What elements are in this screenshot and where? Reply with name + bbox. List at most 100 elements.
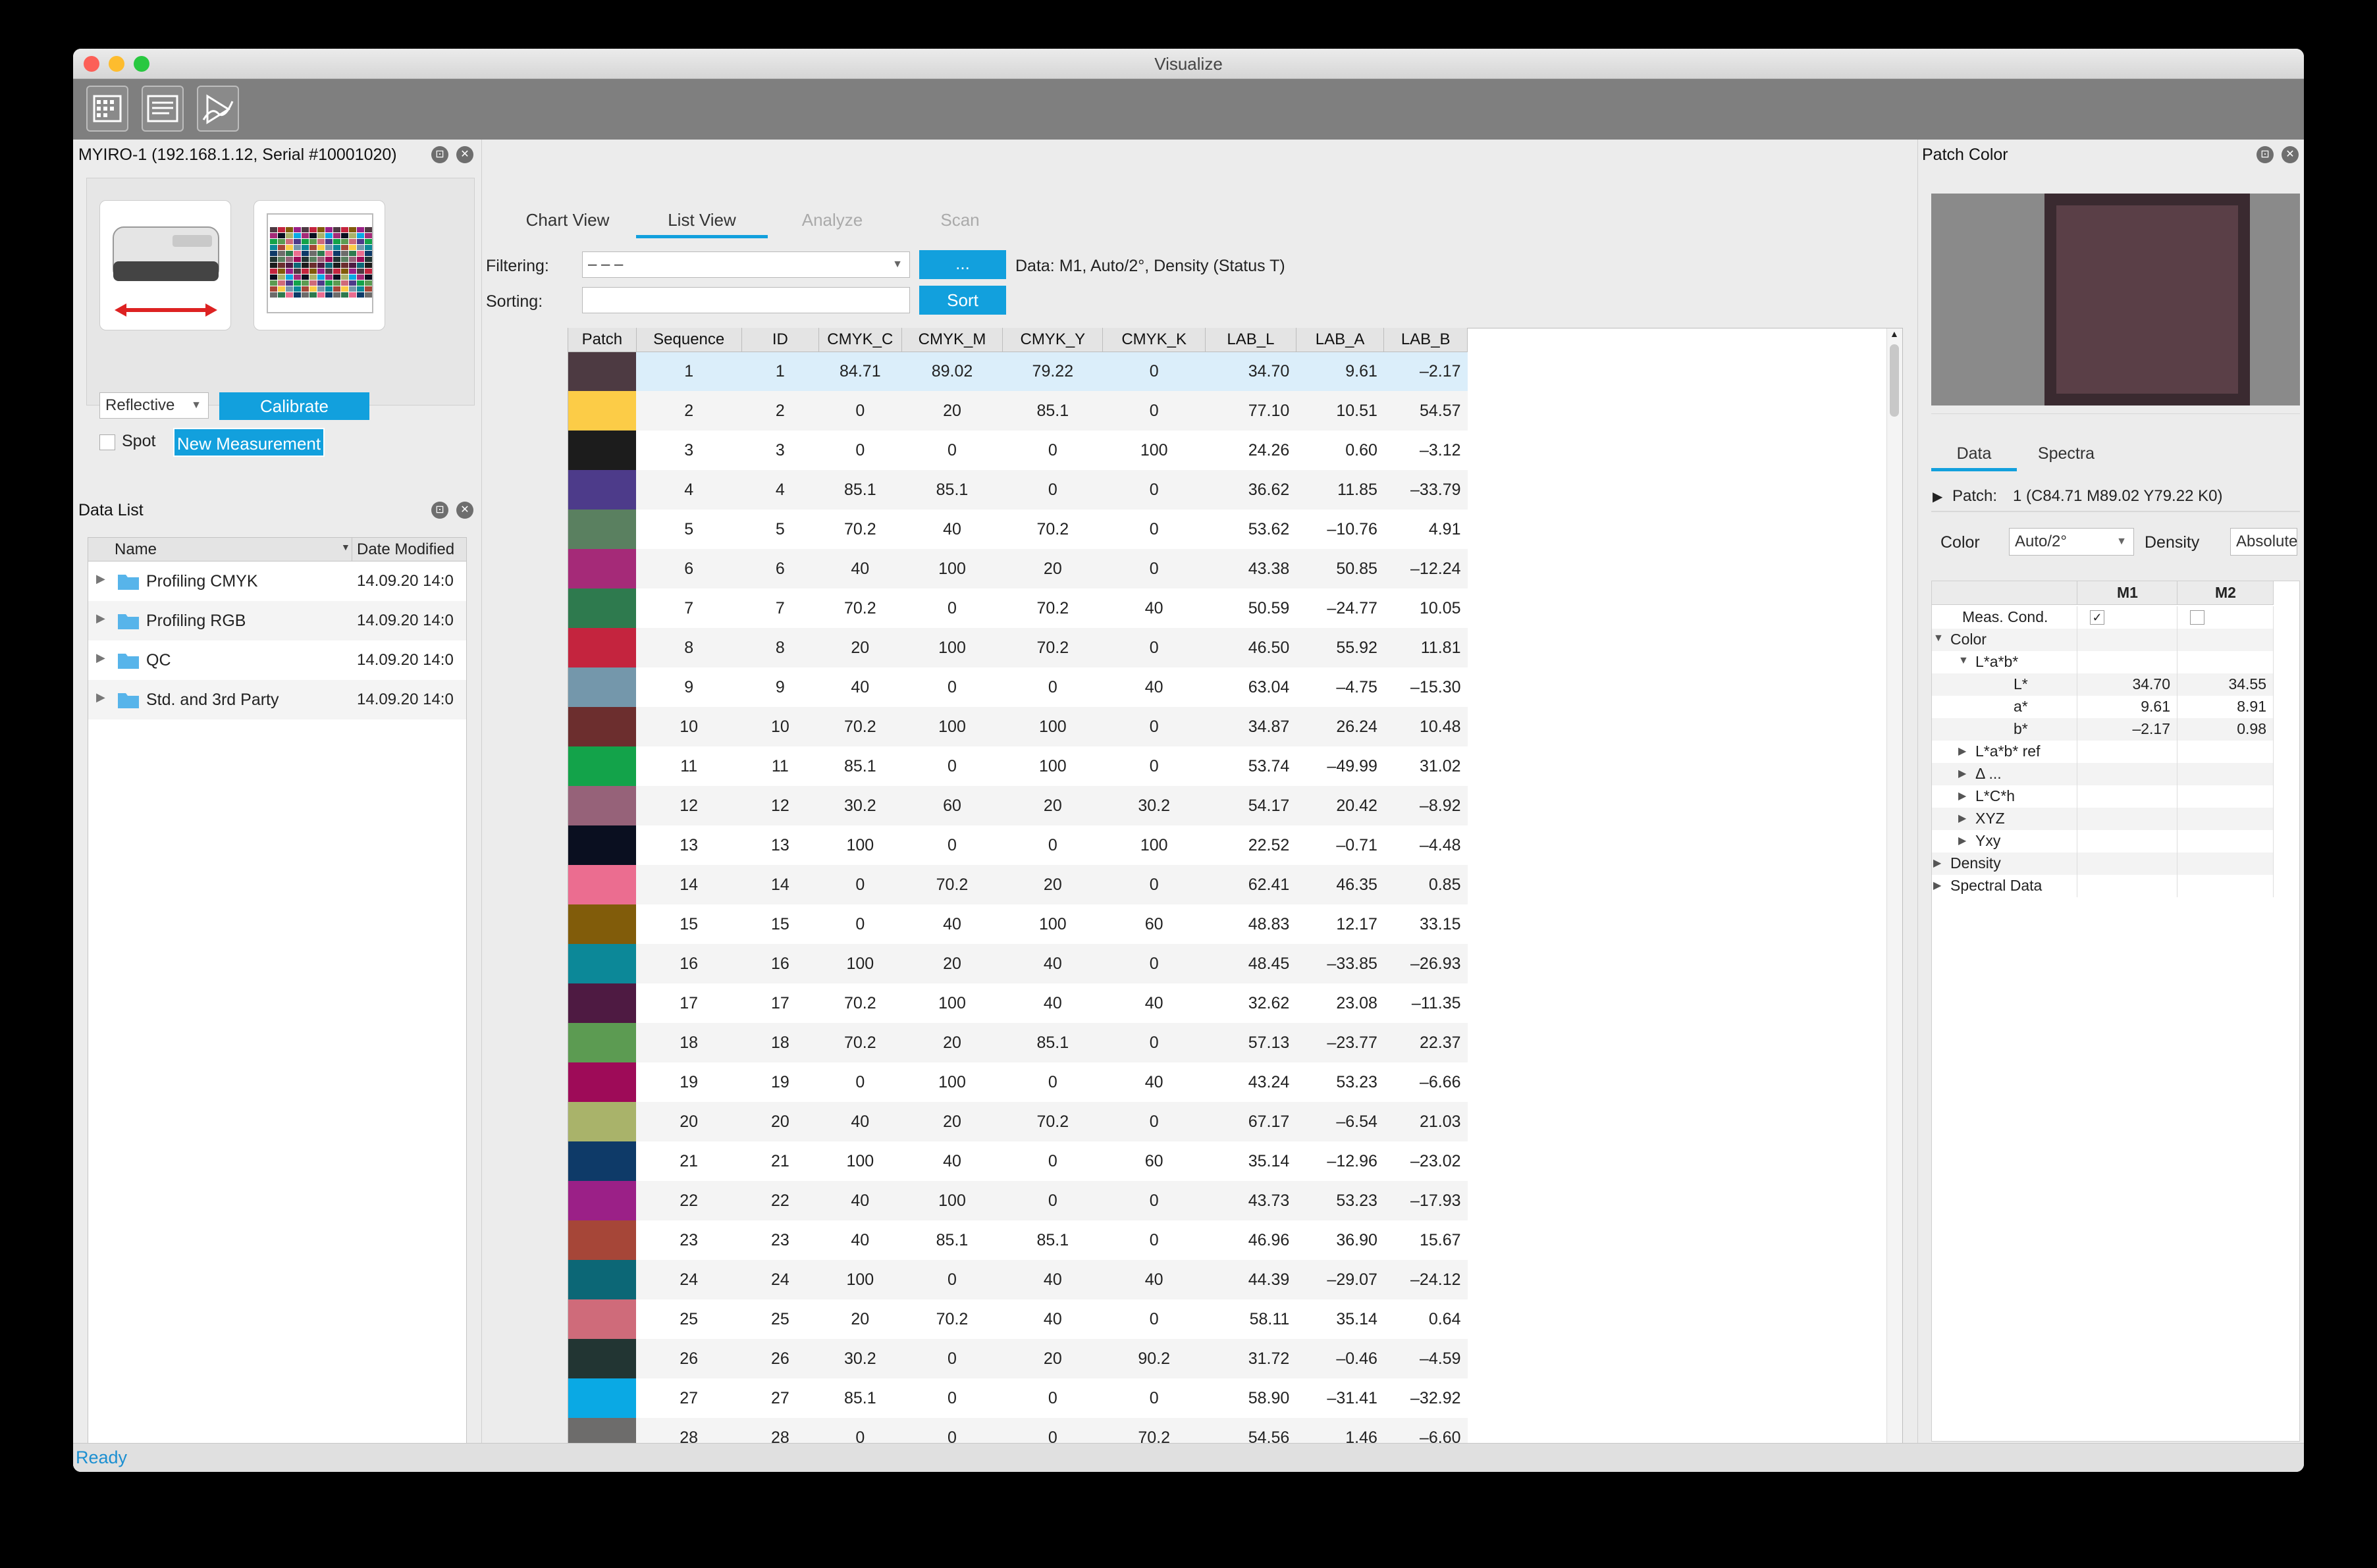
list-item[interactable]: ▶ Std. and 3rd Party 14.09.20 14:0: [88, 680, 466, 719]
table-row[interactable]: 26 26 30.2 0 20 90.2 31.72 –0.46 –4.59: [568, 1339, 1468, 1378]
tab-analyze[interactable]: Analyze: [773, 205, 892, 238]
table-row[interactable]: 14 14 0 70.2 20 0 62.41 46.35 0.85: [568, 865, 1468, 904]
tree-row[interactable]: ▶ Δ ...: [1932, 763, 2274, 785]
tree-row[interactable]: ▶ L*C*h: [1932, 785, 2274, 808]
col-sequence[interactable]: Sequence: [636, 328, 742, 352]
col-name[interactable]: Name: [115, 540, 157, 559]
density-select[interactable]: Absolute: [2230, 528, 2297, 556]
tab-spectra[interactable]: Spectra: [2023, 441, 2109, 471]
calibrate-button[interactable]: Calibrate: [219, 392, 369, 420]
col-cmyk_y[interactable]: CMYK_Y: [1002, 328, 1104, 352]
expand-icon[interactable]: ▶: [1958, 812, 1966, 825]
expand-icon[interactable]: ▶: [96, 651, 105, 665]
zoom-window-icon[interactable]: [134, 56, 149, 72]
tree-row[interactable]: a* 9.61 8.91: [1932, 696, 2274, 718]
close-panel-icon[interactable]: ✕: [456, 146, 473, 163]
table-row[interactable]: 7 7 70.2 0 70.2 40 50.59 –24.77 10.05: [568, 588, 1468, 628]
table-row[interactable]: 18 18 70.2 20 85.1 0 57.13 –23.77 22.37: [568, 1023, 1468, 1062]
m1-checkbox[interactable]: ✓: [2090, 610, 2104, 625]
table-row[interactable]: 10 10 70.2 100 100 0 34.87 26.24 10.48: [568, 707, 1468, 746]
table-row[interactable]: 9 9 40 0 0 40 63.04 –4.75 –15.30: [568, 667, 1468, 707]
table-row[interactable]: 20 20 40 20 70.2 0 67.17 –6.54 21.03: [568, 1102, 1468, 1141]
table-row[interactable]: 17 17 70.2 100 40 40 32.62 23.08 –11.35: [568, 983, 1468, 1023]
expand-icon[interactable]: ▶: [1958, 789, 1966, 802]
close-panel-icon[interactable]: ✕: [2282, 146, 2299, 163]
detach-icon[interactable]: ⊡: [431, 146, 448, 163]
new-measurement-button[interactable]: New Measurement: [173, 428, 325, 457]
table-row[interactable]: 12 12 30.2 60 20 30.2 54.17 20.42 –8.92: [568, 786, 1468, 825]
table-row[interactable]: 3 3 0 0 0 100 24.26 0.60 –3.12: [568, 431, 1468, 470]
table-row[interactable]: 15 15 0 40 100 60 48.83 12.17 33.15: [568, 904, 1468, 944]
filter-select[interactable]: – – – ▼: [582, 251, 910, 278]
tree-row[interactable]: ▼ L*a*b*: [1932, 651, 2274, 673]
table-row[interactable]: 23 23 40 85.1 85.1 0 46.96 36.90 15.67: [568, 1220, 1468, 1260]
sort-input[interactable]: [582, 287, 910, 313]
detach-icon[interactable]: ⊡: [2257, 146, 2274, 163]
analyze-button[interactable]: [197, 86, 239, 132]
table-row[interactable]: 8 8 20 100 70.2 0 46.50 55.92 11.81: [568, 628, 1468, 667]
list-item[interactable]: ▶ Profiling CMYK 14.09.20 14:0: [88, 562, 466, 601]
tab-list-view[interactable]: List View: [636, 205, 768, 238]
patch-summary[interactable]: ▶ Patch: 1 (C84.71 M89.02 Y79.22 K0): [1931, 487, 2300, 512]
spot-checkbox[interactable]: [99, 434, 115, 450]
tab-chart-view[interactable]: Chart View: [508, 205, 627, 238]
scroll-thumb[interactable]: [1890, 344, 1899, 417]
col-cmyk_c[interactable]: CMYK_C: [818, 328, 902, 352]
table-row[interactable]: 6 6 40 100 20 0 43.38 50.85 –12.24: [568, 549, 1468, 588]
list-item[interactable]: ▶ Profiling RGB 14.09.20 14:0: [88, 601, 466, 640]
col-id[interactable]: ID: [741, 328, 820, 352]
col-lab_a[interactable]: LAB_A: [1296, 328, 1385, 352]
sort-button[interactable]: Sort: [919, 286, 1006, 315]
tree-row[interactable]: Meas. Cond. ✓: [1932, 606, 2274, 629]
close-panel-icon[interactable]: ✕: [456, 502, 473, 519]
tree-row[interactable]: ▼ Color: [1932, 629, 2274, 651]
tab-scan[interactable]: Scan: [901, 205, 1019, 238]
vertical-scrollbar[interactable]: ▲ ▼: [1886, 328, 1902, 1465]
device-image[interactable]: [99, 200, 231, 330]
tree-row[interactable]: ▶ Spectral Data: [1932, 875, 2274, 897]
detach-icon[interactable]: ⊡: [431, 502, 448, 519]
tree-row[interactable]: ▶ XYZ: [1932, 808, 2274, 830]
list-item[interactable]: ▶ QC 14.09.20 14:0: [88, 640, 466, 680]
collapse-icon[interactable]: ▼: [1958, 655, 1969, 667]
color-select[interactable]: Auto/2° ▼: [2009, 528, 2134, 556]
chart-view-button[interactable]: [86, 86, 128, 132]
table-row[interactable]: 25 25 20 70.2 40 0 58.11 35.14 0.64: [568, 1299, 1468, 1339]
expand-icon[interactable]: ▶: [1933, 488, 1942, 505]
collapse-icon[interactable]: ▼: [1933, 633, 1944, 644]
tree-row[interactable]: L* 34.70 34.55: [1932, 673, 2274, 696]
expand-icon[interactable]: ▶: [96, 691, 105, 704]
mode-select[interactable]: Reflective ▼: [99, 392, 209, 419]
col-lab_l[interactable]: LAB_L: [1205, 328, 1296, 352]
tree-row[interactable]: ▶ Density: [1932, 852, 2274, 875]
expand-icon[interactable]: ▶: [1958, 834, 1966, 847]
table-row[interactable]: 16 16 100 20 40 0 48.45 –33.85 –26.93: [568, 944, 1468, 983]
table-row[interactable]: 21 21 100 40 0 60 35.14 –12.96 –23.02: [568, 1141, 1468, 1181]
table-row[interactable]: 2 2 0 20 85.1 0 77.10 10.51 54.57: [568, 391, 1468, 431]
filter-options-button[interactable]: ...: [919, 250, 1006, 279]
col-cmyk_k[interactable]: CMYK_K: [1102, 328, 1206, 352]
table-row[interactable]: 5 5 70.2 40 70.2 0 53.62 –10.76 4.91: [568, 510, 1468, 549]
table-row[interactable]: 13 13 100 0 0 100 22.52 –0.71 –4.48: [568, 825, 1468, 865]
expand-icon[interactable]: ▶: [1933, 856, 1941, 870]
close-window-icon[interactable]: [84, 56, 99, 72]
scroll-up-icon[interactable]: ▲: [1890, 328, 1899, 339]
table-row[interactable]: 19 19 0 100 0 40 43.24 53.23 –6.66: [568, 1062, 1468, 1102]
expand-icon[interactable]: ▶: [96, 612, 105, 625]
expand-icon[interactable]: ▶: [1958, 745, 1966, 758]
tree-row[interactable]: ▶ L*a*b* ref: [1932, 741, 2274, 763]
tree-row[interactable]: ▶ Yxy: [1932, 830, 2274, 852]
tree-row[interactable]: b* –2.17 0.98: [1932, 718, 2274, 741]
table-row[interactable]: 11 11 85.1 0 100 0 53.74 –49.99 31.02: [568, 746, 1468, 786]
chart-image[interactable]: [254, 200, 385, 330]
table-row[interactable]: 4 4 85.1 85.1 0 0 36.62 11.85 –33.79: [568, 470, 1468, 510]
table-row[interactable]: 27 27 85.1 0 0 0 58.90 –31.41 –32.92: [568, 1378, 1468, 1418]
minimize-window-icon[interactable]: [109, 56, 124, 72]
table-row[interactable]: 1 1 84.71 89.02 79.22 0 34.70 9.61 –2.17: [568, 352, 1468, 391]
col-lab_b[interactable]: LAB_B: [1383, 328, 1468, 352]
table-row[interactable]: 24 24 100 0 40 40 44.39 –29.07 –24.12: [568, 1260, 1468, 1299]
tab-data[interactable]: Data: [1931, 441, 2017, 471]
col-cmyk_m[interactable]: CMYK_M: [901, 328, 1003, 352]
expand-icon[interactable]: ▶: [96, 572, 105, 586]
m2-checkbox[interactable]: [2190, 610, 2204, 625]
